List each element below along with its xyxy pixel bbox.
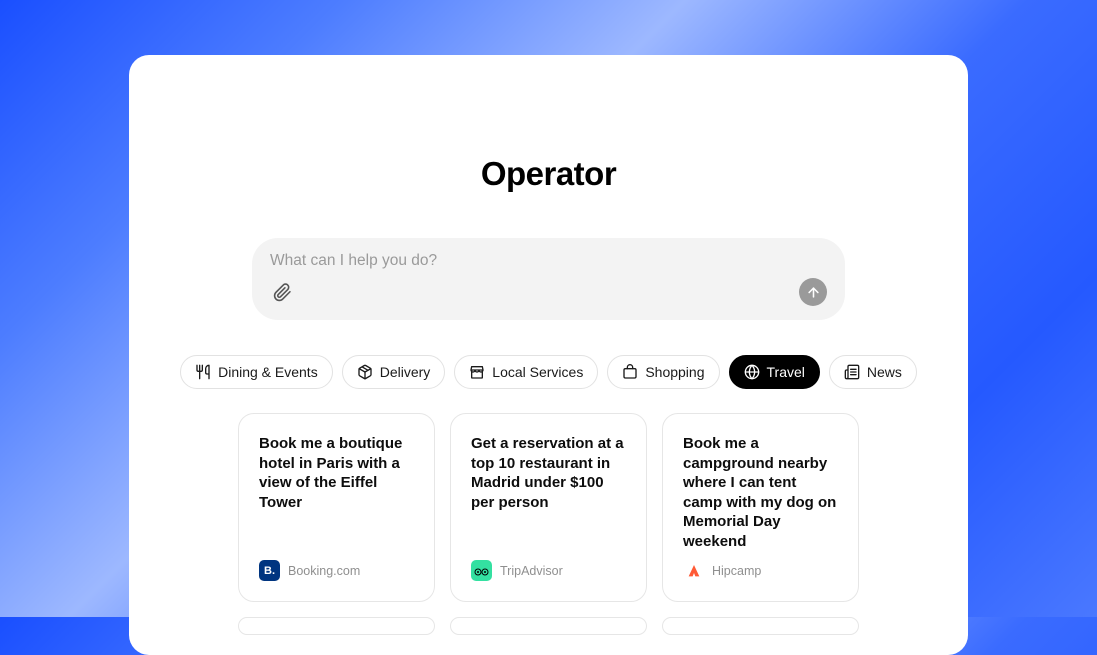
prompt-card-peek[interactable] [662, 617, 859, 635]
tripadvisor-icon [471, 560, 492, 581]
prompt-cards-row-peek [238, 617, 859, 635]
category-news[interactable]: News [829, 355, 917, 389]
send-button[interactable] [799, 278, 827, 306]
prompt-card[interactable]: Get a reservation at a top 10 restaurant… [450, 413, 647, 602]
source-label: Booking.com [288, 564, 360, 578]
arrow-up-icon [806, 285, 821, 300]
prompt-cards-row: Book me a boutique hotel in Paris with a… [238, 413, 859, 602]
category-label: Delivery [380, 364, 431, 380]
category-label: News [867, 364, 902, 380]
category-label: Dining & Events [218, 364, 318, 380]
prompt-input[interactable] [270, 252, 827, 270]
source-label: TripAdvisor [500, 564, 563, 578]
category-shopping[interactable]: Shopping [607, 355, 719, 389]
booking-icon: B. [259, 560, 280, 581]
prompt-card-peek[interactable] [450, 617, 647, 635]
newspaper-icon [844, 364, 860, 380]
category-label: Local Services [492, 364, 583, 380]
card-source: B. Booking.com [259, 560, 414, 581]
prompt-card[interactable]: Book me a campground nearby where I can … [662, 413, 859, 602]
category-dining-events[interactable]: Dining & Events [180, 355, 333, 389]
prompt-input-container[interactable] [252, 238, 845, 320]
hipcamp-icon [683, 560, 704, 581]
store-icon [469, 364, 485, 380]
prompt-card[interactable]: Book me a boutique hotel in Paris with a… [238, 413, 435, 602]
paperclip-icon [273, 283, 292, 302]
card-prompt-text: Get a reservation at a top 10 restaurant… [471, 434, 626, 512]
globe-icon [744, 364, 760, 380]
card-prompt-text: Book me a boutique hotel in Paris with a… [259, 434, 414, 512]
prompt-card-peek[interactable] [238, 617, 435, 635]
category-label: Shopping [645, 364, 704, 380]
category-local-services[interactable]: Local Services [454, 355, 598, 389]
input-actions-row [270, 278, 827, 306]
category-tabs: Dining & Events Delivery Local Services … [180, 355, 917, 389]
source-label: Hipcamp [712, 564, 761, 578]
shopping-bag-icon [622, 364, 638, 380]
category-travel[interactable]: Travel [729, 355, 820, 389]
main-app-panel: Operator Dining & Events [129, 55, 968, 655]
app-title: Operator [481, 155, 616, 193]
card-source: Hipcamp [683, 560, 838, 581]
utensils-icon [195, 364, 211, 380]
attach-button[interactable] [270, 280, 294, 304]
card-source: TripAdvisor [471, 560, 626, 581]
card-prompt-text: Book me a campground nearby where I can … [683, 434, 838, 551]
package-icon [357, 364, 373, 380]
category-delivery[interactable]: Delivery [342, 355, 446, 389]
category-label: Travel [767, 364, 805, 380]
